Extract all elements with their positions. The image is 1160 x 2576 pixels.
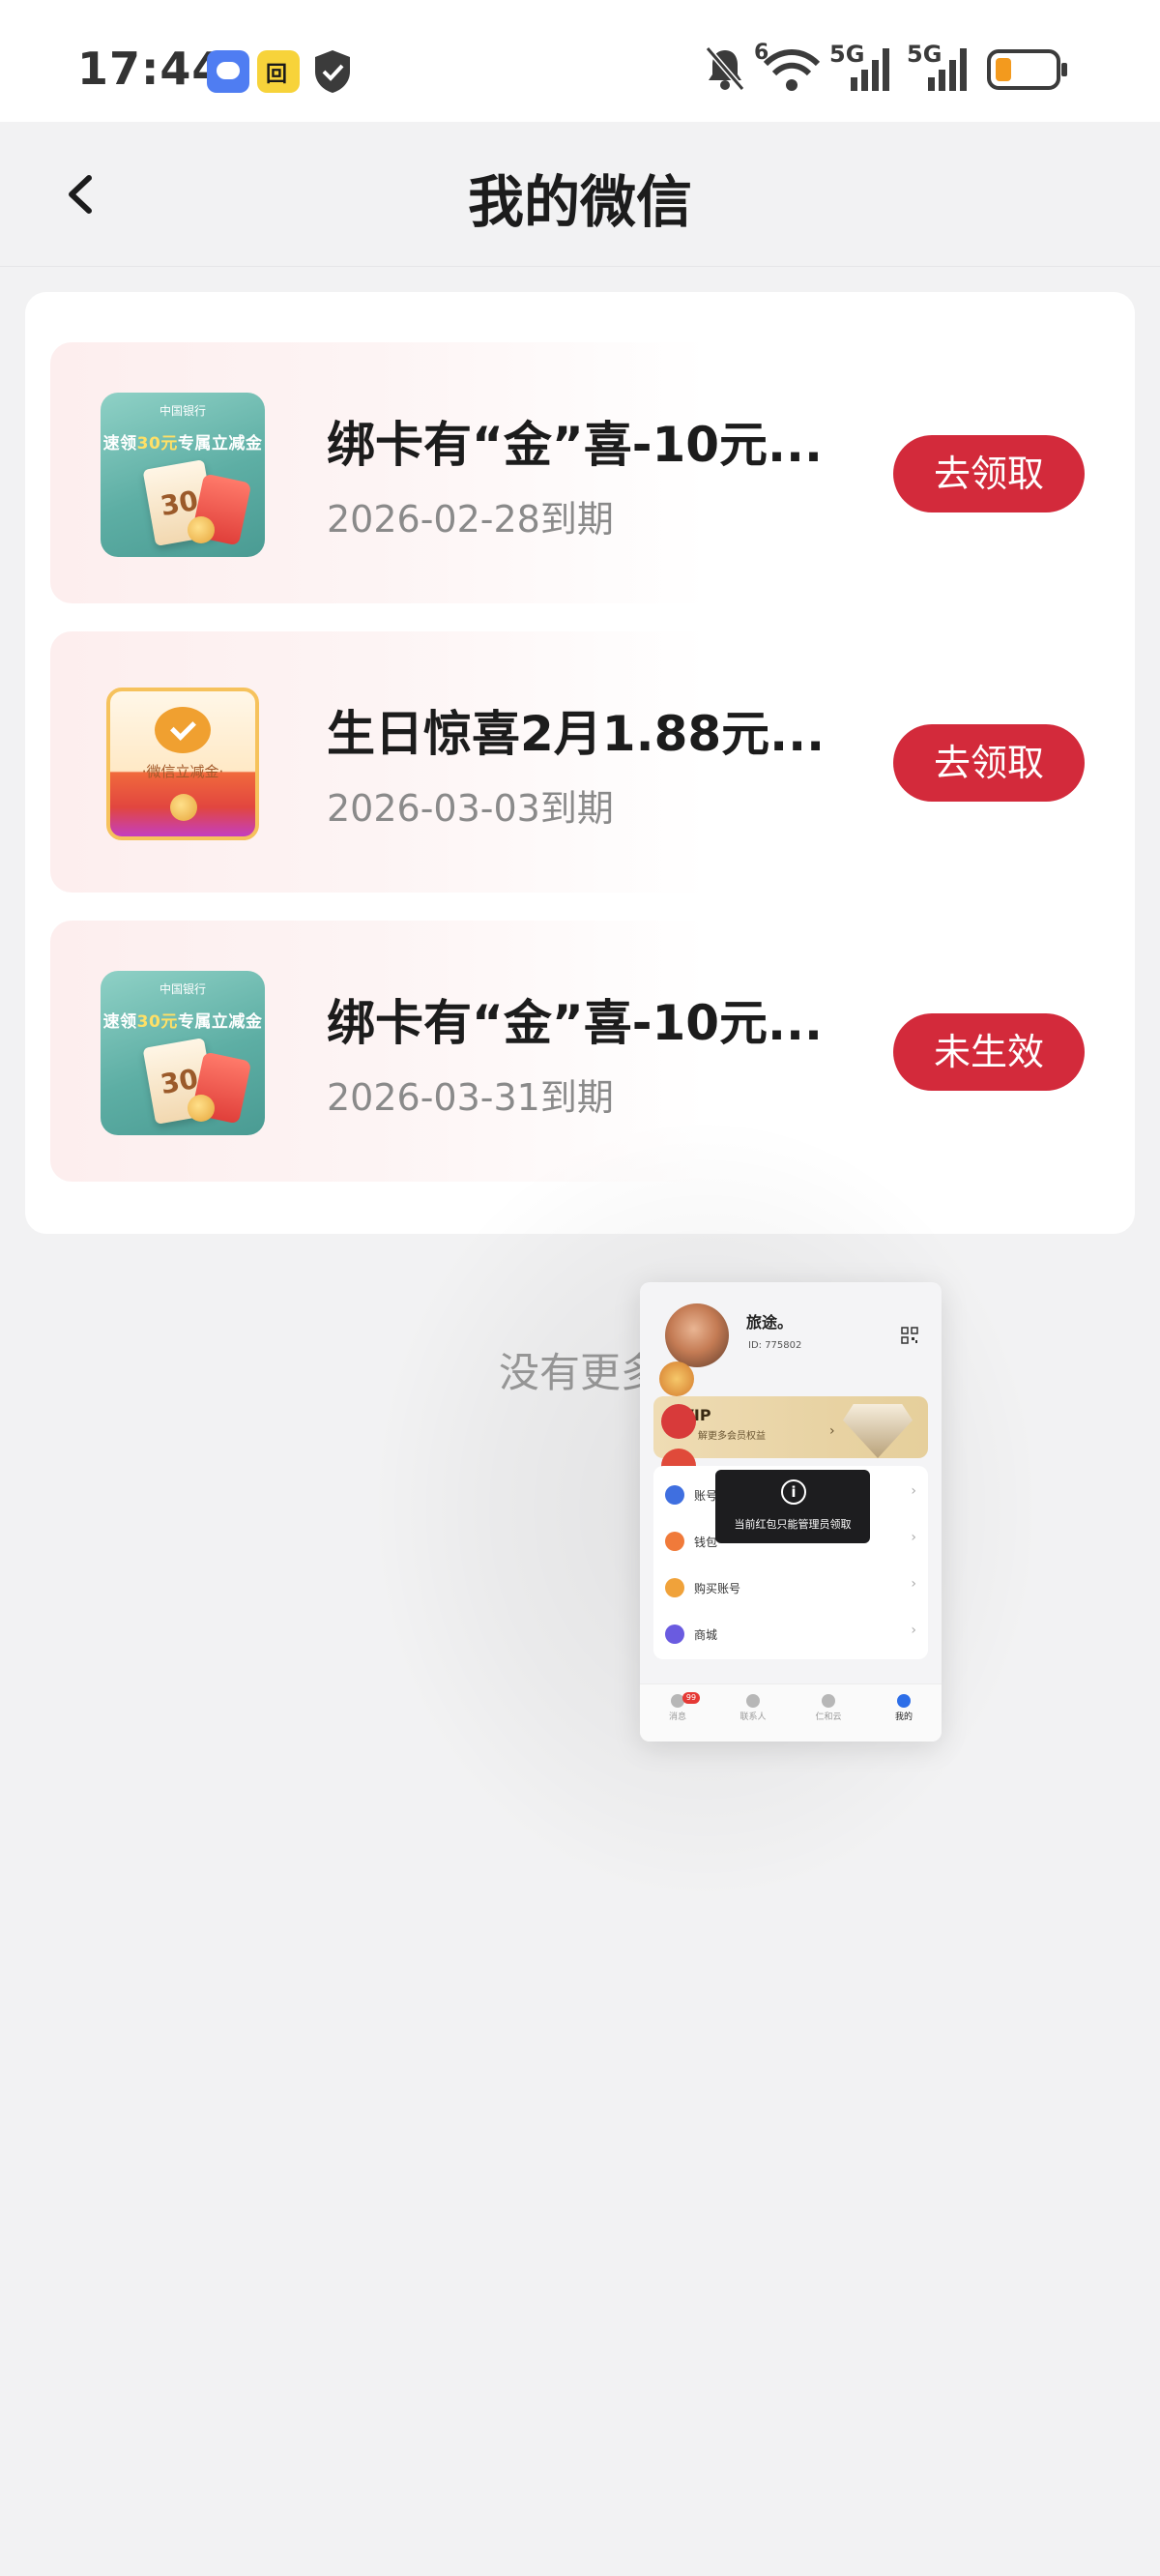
coupon-item[interactable]: ·微信立减金· 生日惊喜2月1.88元... 2026-03-03到期 去领取 [50, 631, 1110, 893]
thumbnail-headline-pre: 速领 [102, 434, 137, 454]
tab-me[interactable]: 我的 [866, 1688, 942, 1722]
tab-messages[interactable]: 消息 99 [640, 1688, 715, 1722]
signal-icon-1 [851, 48, 889, 91]
page-title: 我的微信 [467, 169, 692, 235]
menu-item[interactable]: 商城 › [653, 1611, 928, 1657]
thumbnail-headline-post: 专属立减金 [177, 1012, 263, 1032]
floating-app-preview[interactable]: 旅途。 ID: 775802 SVIP 解更多会员权益 › 账号 › 钱包 › … [640, 1282, 942, 1742]
thumbnail-label: ·微信立减金· [141, 763, 224, 780]
page-header: 我的微信 [0, 122, 1160, 267]
wechat-check-icon [155, 707, 211, 753]
thumbnail-headline-pre: 速领 [102, 1012, 137, 1032]
bank-promo-thumbnail: 中国银行 速领30元专属立减金 30 [101, 971, 265, 1135]
status-time: 17:44 [77, 43, 224, 95]
tab-contacts[interactable]: 联系人 [715, 1688, 791, 1722]
chevron-right-icon: › [911, 1530, 916, 1545]
coupon-title: 绑卡有“金”喜-10元... [327, 995, 824, 1051]
account-icon [665, 1485, 684, 1505]
claim-button[interactable]: 去领取 [893, 435, 1085, 512]
toast-tooltip: i 当前红包只能管理员领取 [715, 1470, 870, 1543]
game-icon [257, 50, 300, 93]
avatar [665, 1303, 729, 1367]
buy-account-icon [665, 1578, 684, 1597]
tab-label: 我的 [894, 1712, 913, 1722]
chevron-right-icon: › [911, 1576, 916, 1592]
thumbnail-headline-post: 专属立减金 [177, 434, 263, 454]
signal-icon-2 [928, 48, 967, 91]
shop-icon [665, 1625, 684, 1644]
thumbnail-headline-amount: 30元 [136, 434, 178, 454]
tab-cloud[interactable]: 仁和云 [791, 1688, 866, 1722]
contacts-icon [746, 1694, 760, 1708]
thumbnail-bank-name: 中国银行 [159, 982, 206, 996]
coupon-item[interactable]: 中国银行 速领30元专属立减金 30 绑卡有“金”喜-10元... 2026-0… [50, 342, 1110, 603]
info-icon: i [781, 1479, 806, 1505]
shield-icon [315, 50, 350, 93]
thumbnail-headline: 速领30元专属立减金 [101, 429, 265, 454]
red-packet-icon [661, 1404, 696, 1439]
thumbnail-bank-name: 中国银行 [159, 404, 206, 418]
coupon-title: 绑卡有“金”喜-10元... [327, 417, 824, 473]
chevron-right-icon: › [911, 1483, 916, 1499]
coin [188, 1095, 215, 1122]
menu-item-label: 账号 [694, 1489, 718, 1503]
wifi-icon [763, 49, 821, 91]
gift-icon [659, 1361, 694, 1396]
tab-label: 仁和云 [815, 1712, 842, 1722]
coin [188, 516, 215, 543]
coupon-title: 生日惊喜2月1.88元... [327, 706, 826, 762]
menu-item-label: 购买账号 [694, 1582, 741, 1595]
tab-label: 消息 [668, 1712, 686, 1722]
bank-promo-thumbnail: 中国银行 速领30元专属立减金 30 [101, 393, 265, 557]
profile-icon [897, 1694, 911, 1708]
menu-item[interactable]: 购买账号 › [653, 1565, 928, 1611]
menu-item-label: 钱包 [694, 1536, 718, 1549]
chevron-right-icon: › [911, 1623, 916, 1638]
qr-code-icon [901, 1327, 918, 1344]
coupon-list: 中国银行 速领30元专属立减金 30 绑卡有“金”喜-10元... 2026-0… [25, 292, 1135, 1234]
battery-icon [987, 49, 1067, 90]
cloud-icon [822, 1694, 835, 1708]
profile-id: ID: 775802 [748, 1340, 802, 1351]
wechat-discount-thumbnail: ·微信立减金· [106, 688, 259, 840]
menu-item-label: 商城 [694, 1628, 718, 1642]
claim-button[interactable]: 去领取 [893, 724, 1085, 802]
status-indicators: 6 5G 5G [704, 41, 1090, 97]
message-icon [207, 50, 249, 93]
thumbnail-headline: 速领30元专属立减金 [101, 1008, 265, 1032]
mute-icon [705, 46, 745, 91]
thumbnail-headline-amount: 30元 [136, 1012, 178, 1032]
coin [170, 794, 197, 821]
wallet-icon [665, 1532, 684, 1551]
status-bar: 17:44 6 5G 5G [0, 0, 1160, 122]
unread-badge: 99 [682, 1692, 700, 1704]
not-active-button[interactable]: 未生效 [893, 1013, 1085, 1091]
tab-bar: 消息 99 联系人 仁和云 我的 [640, 1683, 942, 1742]
coupon-expiry: 2026-03-03到期 [327, 787, 614, 830]
profile-name: 旅途。 [746, 1313, 794, 1332]
coupon-expiry: 2026-02-28到期 [327, 498, 614, 541]
tab-label: 联系人 [740, 1712, 767, 1722]
chevron-right-icon: › [829, 1423, 835, 1439]
toast-text: 当前红包只能管理员领取 [734, 1518, 852, 1531]
vip-subtitle: 解更多会员权益 [698, 1431, 766, 1442]
